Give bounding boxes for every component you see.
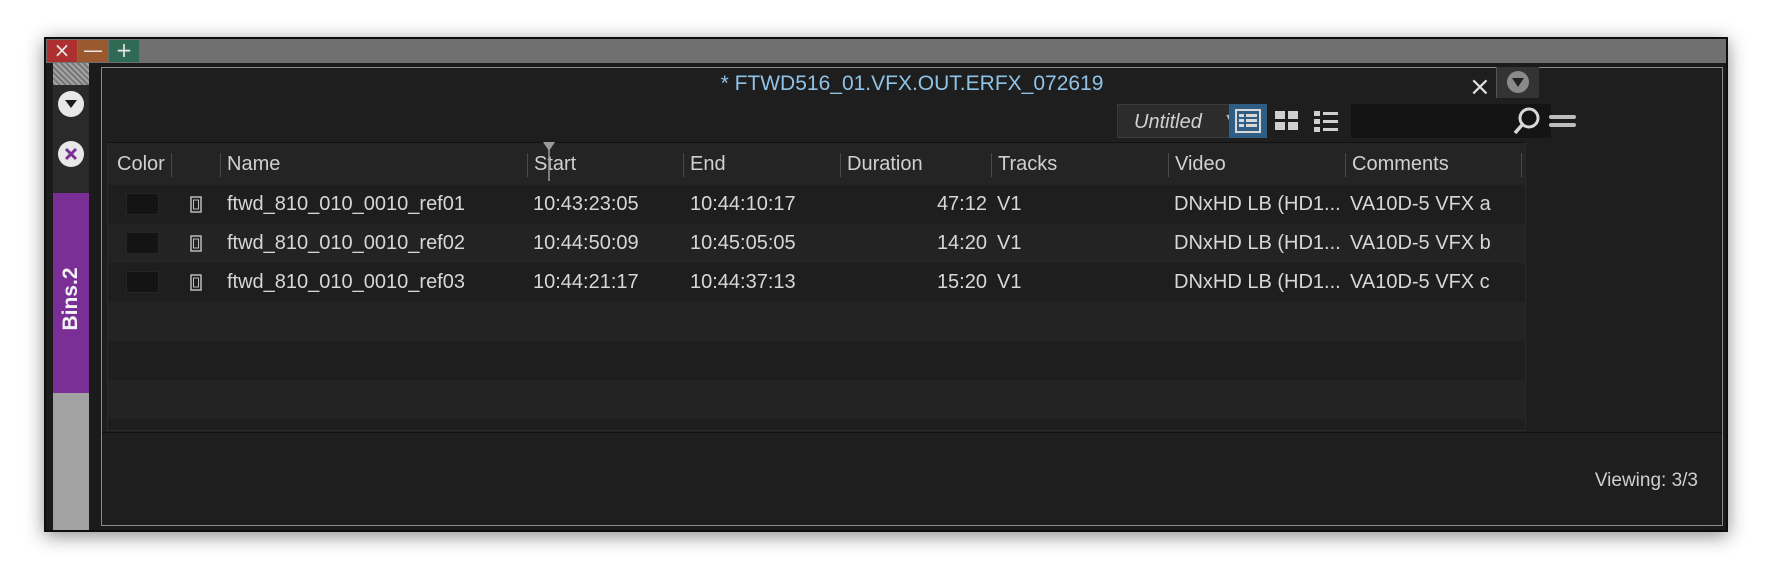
clip-video: DNxHD LB (HD1... [1174, 232, 1341, 254]
search-icon[interactable] [1510, 104, 1544, 138]
column-header-clip-icon[interactable] [172, 143, 220, 186]
window-titlebar[interactable]: × — + [46, 39, 1726, 63]
maximize-icon[interactable]: + [109, 40, 139, 62]
frame-view-button[interactable] [1268, 104, 1306, 138]
close-icon[interactable]: × [1469, 72, 1491, 102]
chevron-down-icon[interactable] [58, 91, 84, 117]
column-header-end[interactable]: End [684, 143, 840, 186]
clip-tracks: V1 [997, 271, 1022, 293]
bin-view-select[interactable]: Untitled ▼ [1117, 104, 1243, 138]
clip-start: 10:43:23:05 [533, 193, 639, 215]
column-divider[interactable] [1521, 153, 1522, 177]
script-view-button[interactable] [1307, 104, 1345, 138]
column-drag-marker[interactable] [542, 141, 556, 181]
column-header-tracks[interactable]: Tracks [992, 143, 1168, 186]
column-header-color[interactable]: Color [111, 143, 171, 186]
triangle-down-icon [1507, 71, 1529, 93]
bin-table: Color Name Start End Duration Tracks Vid… [107, 142, 1526, 431]
clip-name[interactable]: ftwd_810_010_0010_ref03 [227, 263, 522, 302]
hamburger-icon[interactable] [1546, 106, 1580, 136]
table-row[interactable]: ftwd_810_010_0010_ref03 10:44:21:17 10:4… [108, 263, 1525, 302]
bin-view-name: Untitled [1134, 111, 1202, 133]
bin-window: × — + Bins.2 * FTWD516_01.VFX.OUT.ERFX_0… [44, 37, 1728, 532]
viewing-count: Viewing: 3/3 [1594, 470, 1698, 491]
table-header: Color Name Start End Duration Tracks Vid… [108, 142, 1525, 187]
clip-name[interactable]: ftwd_810_010_0010_ref01 [227, 185, 522, 224]
column-header-video[interactable]: Video [1169, 143, 1345, 186]
clip-comments: VA10D-5 VFX b [1350, 232, 1491, 254]
script-view-icon [1314, 111, 1338, 132]
drag-handle[interactable] [53, 63, 89, 85]
clip-start: 10:44:21:17 [533, 271, 639, 293]
clip-duration: 14:20 [936, 232, 987, 254]
empty-row [108, 302, 1525, 341]
clip-end: 10:45:05:05 [690, 232, 796, 254]
film-clip-icon [190, 235, 202, 252]
clip-comments: VA10D-5 VFX c [1350, 271, 1490, 293]
grid-view-icon [1275, 111, 1298, 130]
minimize-icon[interactable]: — [78, 40, 108, 62]
empty-row [108, 341, 1525, 380]
clip-duration: 15:20 [936, 271, 987, 293]
bin-tab-label: Bins.2 [59, 267, 82, 331]
bin-panel: * FTWD516_01.VFX.OUT.ERFX_072619 × Untit… [101, 67, 1723, 526]
clip-end: 10:44:37:13 [690, 271, 796, 293]
color-swatch[interactable] [126, 232, 159, 254]
circle-x-icon[interactable] [58, 141, 84, 167]
status-divider [102, 432, 1722, 433]
clip-duration: 47:12 [936, 193, 987, 215]
clip-tracks: V1 [997, 193, 1022, 215]
clip-end: 10:44:10:17 [690, 193, 796, 215]
column-header-comments[interactable]: Comments [1346, 143, 1522, 186]
empty-row [108, 380, 1525, 419]
column-header-name[interactable]: Name [221, 143, 527, 186]
table-row[interactable]: ftwd_810_010_0010_ref01 10:43:23:05 10:4… [108, 185, 1525, 224]
list-view-icon [1235, 109, 1261, 133]
sidebar-empty-area [53, 393, 89, 530]
table-row[interactable]: ftwd_810_010_0010_ref02 10:44:50:09 10:4… [108, 224, 1525, 263]
column-header-duration[interactable]: Duration [841, 143, 991, 186]
clip-tracks: V1 [997, 232, 1022, 254]
color-swatch[interactable] [126, 271, 159, 293]
bin-tab-strip: Bins.2 [53, 63, 89, 530]
color-swatch[interactable] [126, 193, 159, 215]
clip-comments: VA10D-5 VFX a [1350, 193, 1491, 215]
clip-name[interactable]: ftwd_810_010_0010_ref02 [227, 224, 522, 263]
clip-start: 10:44:50:09 [533, 232, 639, 254]
list-view-button[interactable] [1229, 104, 1267, 138]
close-icon[interactable]: × [47, 40, 77, 62]
clip-video: DNxHD LB (HD1... [1174, 193, 1341, 215]
film-clip-icon [190, 274, 202, 291]
clip-video: DNxHD LB (HD1... [1174, 271, 1341, 293]
bin-menu-button[interactable] [1496, 67, 1539, 98]
film-clip-icon [190, 196, 202, 213]
